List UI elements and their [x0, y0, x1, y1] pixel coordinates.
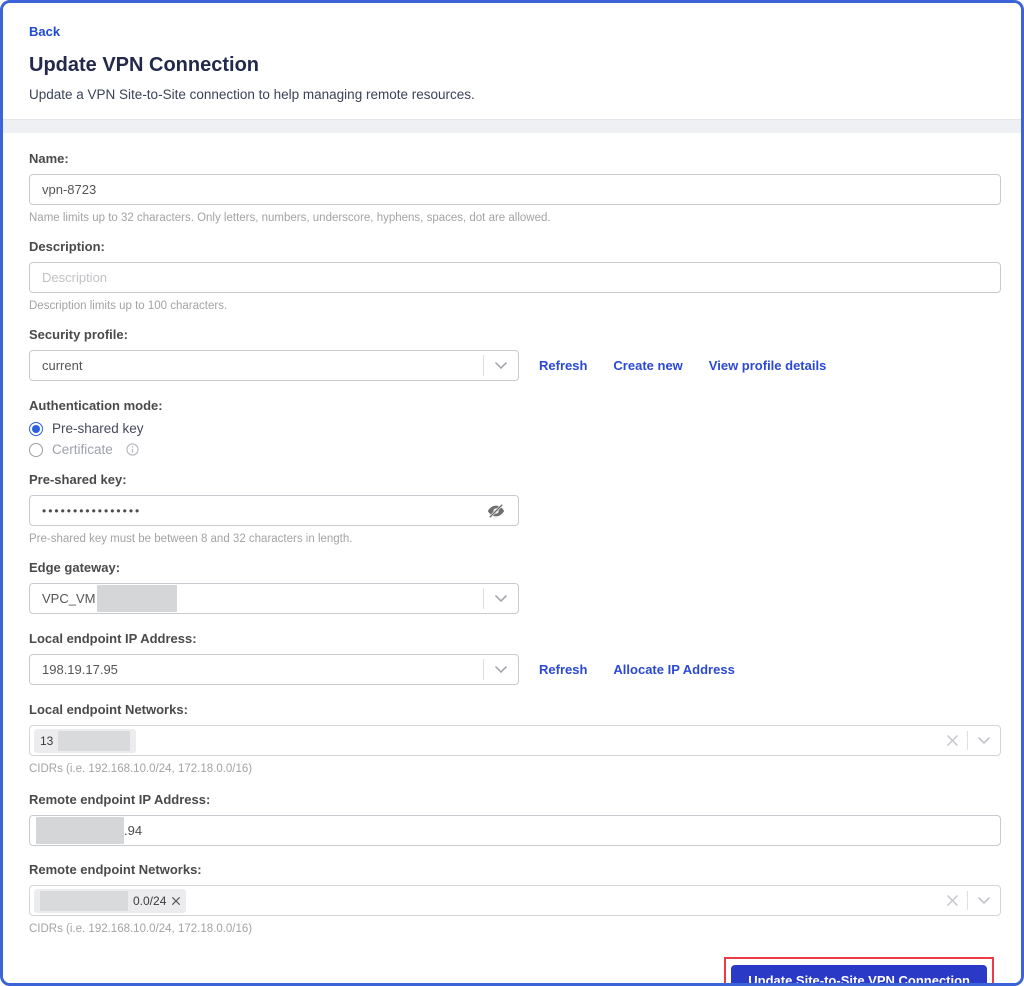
- edge-gateway-select[interactable]: VPC_VM: [29, 583, 519, 614]
- allocate-ip-link[interactable]: Allocate IP Address: [613, 662, 734, 677]
- redacted-text-block: [97, 585, 178, 612]
- name-field-group: Name: Name limits up to 32 characters. O…: [29, 151, 1001, 224]
- auth-mode-preshared-label: Pre-shared key: [52, 421, 144, 436]
- description-input[interactable]: [29, 262, 1001, 293]
- psk-input[interactable]: [29, 495, 519, 526]
- network-tag-text: 13: [40, 733, 54, 748]
- psk-label: Pre-shared key:: [29, 472, 127, 487]
- description-field-group: Description: Description limits up to 10…: [29, 239, 1001, 312]
- info-icon: [126, 443, 139, 456]
- psk-field-group: Pre-shared key: Pre-shared key must be b…: [29, 472, 1001, 545]
- remote-ip-value-suffix: .94: [124, 823, 143, 838]
- security-profile-refresh-link[interactable]: Refresh: [539, 358, 587, 373]
- network-tag-text: 0.0/24: [133, 893, 167, 908]
- local-ip-select[interactable]: 198.19.17.95: [29, 654, 519, 685]
- remote-ip-input[interactable]: .94: [29, 815, 1001, 846]
- remote-ip-field-group: Remote endpoint IP Address: .94: [29, 792, 1001, 846]
- description-hint: Description limits up to 100 characters.: [29, 300, 228, 312]
- local-networks-label: Local endpoint Networks:: [29, 702, 188, 717]
- clear-icon[interactable]: [937, 895, 967, 906]
- redacted-text-block: [36, 817, 124, 844]
- radio-unselected-icon[interactable]: [29, 442, 43, 457]
- security-profile-field-group: Security profile: current Refresh Create…: [29, 327, 1001, 381]
- name-hint: Name limits up to 32 characters. Only le…: [29, 212, 551, 224]
- local-ip-refresh-link[interactable]: Refresh: [539, 662, 587, 677]
- edge-gateway-value: VPC_VM: [42, 591, 96, 606]
- update-vpn-connection-button[interactable]: Update Site-to-Site VPN Connection: [731, 965, 987, 983]
- local-ip-value: 198.19.17.95: [42, 662, 118, 677]
- page-title: Update VPN Connection: [29, 54, 260, 76]
- edge-gateway-label: Edge gateway:: [29, 560, 121, 575]
- page-subtitle: Update a VPN Site-to-Site connection to …: [29, 87, 475, 102]
- security-profile-label: Security profile:: [29, 327, 128, 342]
- chevron-down-icon: [484, 594, 518, 603]
- redacted-text-block: [40, 890, 128, 911]
- redacted-text-block: [58, 730, 131, 751]
- auth-mode-label: Authentication mode:: [29, 398, 163, 413]
- header-content-gap: [3, 120, 1021, 133]
- app-window: Back Update VPN Connection Update a VPN …: [0, 0, 1024, 986]
- psk-hint: Pre-shared key must be between 8 and 32 …: [29, 533, 353, 545]
- radio-selected-icon[interactable]: [29, 421, 43, 436]
- network-tag: 0.0/24: [34, 888, 187, 913]
- form-footer: Update Site-to-Site VPN Connection: [29, 957, 1001, 983]
- back-link[interactable]: Back: [29, 24, 60, 39]
- local-networks-field-group: Local endpoint Networks: 13 CIDRs (i.e. …: [29, 702, 1001, 775]
- chevron-down-icon[interactable]: [968, 896, 1000, 905]
- page-header: Back Update VPN Connection Update a VPN …: [3, 3, 1021, 120]
- security-profile-create-new-link[interactable]: Create new: [613, 358, 682, 373]
- remote-networks-label: Remote endpoint Networks:: [29, 862, 202, 877]
- local-networks-multiselect[interactable]: 13: [29, 725, 1001, 756]
- network-tag: 13: [34, 728, 137, 753]
- chevron-down-icon: [484, 665, 518, 674]
- name-label: Name:: [29, 151, 69, 166]
- remote-ip-label: Remote endpoint IP Address:: [29, 792, 211, 807]
- security-profile-value: current: [42, 358, 83, 373]
- local-ip-label: Local endpoint IP Address:: [29, 631, 197, 646]
- remote-networks-field-group: Remote endpoint Networks: 0.0/24 CIDRs (…: [29, 862, 1001, 935]
- auth-mode-option-preshared[interactable]: Pre-shared key: [29, 421, 1001, 436]
- auth-mode-option-certificate[interactable]: Certificate: [29, 442, 1001, 457]
- description-label: Description:: [29, 239, 105, 254]
- auth-mode-certificate-label: Certificate: [52, 442, 113, 457]
- vpn-form: Name: Name limits up to 32 characters. O…: [3, 133, 1021, 983]
- local-ip-field-group: Local endpoint IP Address: 198.19.17.95 …: [29, 631, 1001, 685]
- edge-gateway-field-group: Edge gateway: VPC_VM: [29, 560, 1001, 614]
- eye-off-icon[interactable]: [485, 500, 507, 522]
- security-profile-select[interactable]: current: [29, 350, 519, 381]
- view-profile-details-link[interactable]: View profile details: [709, 358, 827, 373]
- auth-mode-field-group: Authentication mode: Pre-shared key Cert…: [29, 398, 1001, 457]
- clear-icon[interactable]: [937, 735, 967, 746]
- remote-networks-hint: CIDRs (i.e. 192.168.10.0/24, 172.18.0.0/…: [29, 923, 253, 935]
- remote-networks-multiselect[interactable]: 0.0/24: [29, 885, 1001, 916]
- chevron-down-icon: [484, 361, 518, 370]
- name-input[interactable]: [29, 174, 1001, 205]
- remove-tag-icon[interactable]: [172, 896, 181, 905]
- annotation-highlight: Update Site-to-Site VPN Connection: [724, 957, 994, 983]
- chevron-down-icon[interactable]: [968, 736, 1000, 745]
- local-networks-hint: CIDRs (i.e. 192.168.10.0/24, 172.18.0.0/…: [29, 763, 253, 775]
